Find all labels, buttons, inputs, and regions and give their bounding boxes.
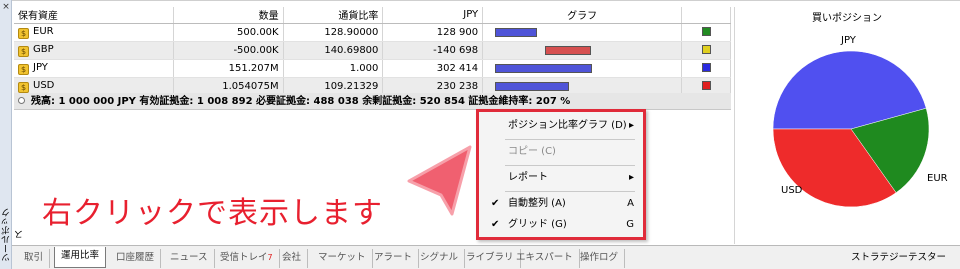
menu-separator xyxy=(505,139,635,140)
tab-account-history[interactable]: 口座履歴 xyxy=(110,249,162,268)
menu-item-auto-arrange[interactable]: ✔ 自動整列 (A) A xyxy=(479,193,643,215)
menu-separator xyxy=(505,165,635,166)
shortcut-key: G xyxy=(626,219,634,230)
checkmark-icon: ✔ xyxy=(491,198,500,209)
callout-text: 右クリックで表示します xyxy=(42,196,383,231)
tab-strategy-tester[interactable]: ストラテジーテスター xyxy=(851,249,946,268)
submenu-arrow-icon: ▸ xyxy=(628,120,634,131)
menu-separator xyxy=(505,191,635,192)
tab-company[interactable]: 会社 xyxy=(276,249,309,268)
menu-item-report[interactable]: レポート ▸ xyxy=(479,167,643,189)
tab-market[interactable]: マーケット xyxy=(312,249,373,268)
tab-mailbox[interactable]: 受信トレイ7 xyxy=(214,249,280,268)
unread-badge: 7 xyxy=(267,253,273,262)
tab-exposure[interactable]: 運用比率 xyxy=(54,247,107,268)
tab-news[interactable]: ニュース xyxy=(164,249,215,268)
tab-experts[interactable]: エキスパート xyxy=(510,249,580,268)
toolbox-tabs: 取引 運用比率 口座履歴 ニュース 受信トレイ7 会社 マーケット アラート シ… xyxy=(12,245,960,269)
context-menu: ポジション比率グラフ (D) ▸ コピー (C) レポート ▸ ✔ 自動整列 (… xyxy=(476,109,646,240)
menu-item-grid[interactable]: ✔ グリッド (G) G xyxy=(479,214,643,236)
submenu-arrow-icon: ▸ xyxy=(628,172,634,183)
tab-journal[interactable]: 操作ログ xyxy=(574,249,626,268)
tab-alerts[interactable]: アラート xyxy=(368,249,420,268)
tab-trade[interactable]: 取引 xyxy=(18,249,51,268)
callout-arrow-icon xyxy=(407,145,472,216)
menu-item-position-graph[interactable]: ポジション比率グラフ (D) ▸ xyxy=(479,115,643,137)
checkmark-icon: ✔ xyxy=(491,219,500,230)
menu-item-copy[interactable]: コピー (C) xyxy=(479,141,643,163)
shortcut-key: A xyxy=(627,198,634,209)
tab-signals[interactable]: シグナル xyxy=(414,249,466,268)
